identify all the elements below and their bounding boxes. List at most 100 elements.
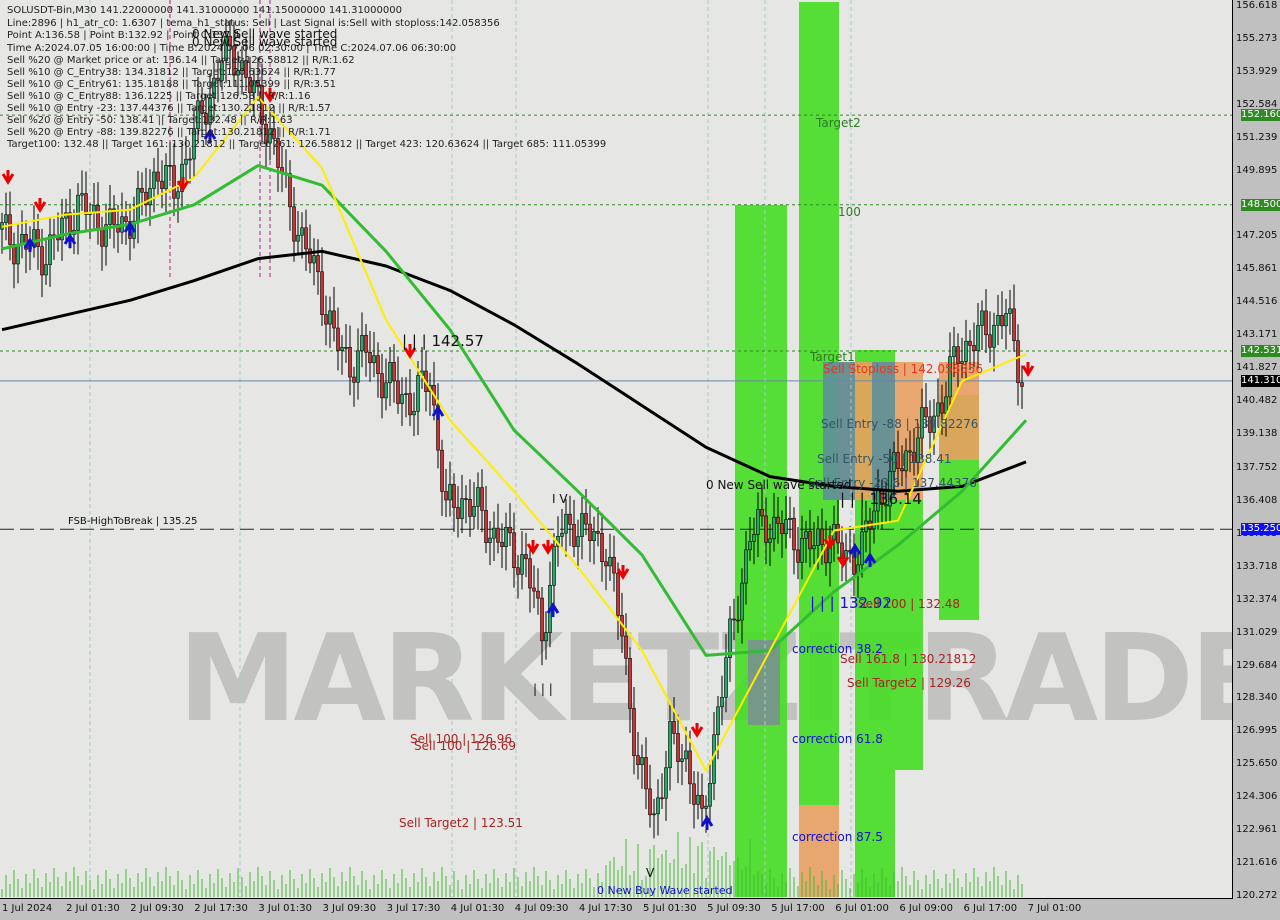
candle-body (676, 733, 680, 762)
candle-body (596, 531, 600, 534)
price-tick: 132.374 (1236, 593, 1278, 605)
candle (180, 141, 184, 210)
candle (608, 533, 612, 582)
candle-body (980, 310, 984, 326)
candle (96, 182, 100, 245)
candle-body (320, 271, 324, 315)
candle (332, 286, 336, 342)
candle (644, 737, 648, 810)
candle-body (368, 351, 372, 364)
candle (444, 468, 448, 518)
candle (588, 505, 592, 563)
candle (16, 223, 20, 284)
candle-body (1020, 382, 1024, 387)
candle-body (984, 310, 988, 336)
candle-body (720, 697, 724, 708)
price-tick: 145.861 (1236, 263, 1278, 275)
candle (564, 499, 568, 557)
candle (44, 240, 48, 285)
sell-161-label: Sell 161.8 | 130.21812 (840, 652, 977, 666)
candle-body (328, 310, 332, 325)
candle-body (100, 228, 104, 247)
sell-100-label: Sell 100 | 132.48 (858, 597, 961, 611)
candle-body (700, 794, 704, 809)
candle-body (752, 534, 756, 542)
candle (988, 311, 992, 363)
candle-body (572, 524, 576, 547)
price-tick: 149.895 (1236, 164, 1278, 176)
price-tick: 155.273 (1236, 32, 1278, 44)
candle-body (176, 191, 180, 199)
candle-body (1012, 308, 1016, 341)
candle-body (644, 757, 648, 790)
candle (312, 238, 316, 286)
candle (656, 779, 660, 836)
candle (292, 187, 296, 262)
candle-body (472, 506, 476, 517)
candle-body (160, 180, 164, 189)
candle (648, 764, 652, 828)
hundred-label: 100 (838, 205, 861, 219)
price-tick: 133.718 (1236, 560, 1278, 572)
candle-body (292, 206, 296, 242)
price-tick: 152.584 (1236, 98, 1278, 110)
candle (176, 181, 180, 223)
time-tick: 3 Jul 17:30 (386, 903, 441, 914)
time-tick: 2 Jul 17:30 (194, 903, 248, 914)
candle-body (308, 248, 312, 264)
candle-body (480, 487, 484, 511)
candle-body (344, 347, 348, 349)
candle (384, 358, 388, 411)
candle-body (188, 158, 192, 161)
candle (792, 507, 796, 575)
candle (992, 312, 996, 372)
candle (468, 479, 472, 537)
candle (976, 302, 980, 368)
point-a-label: | | | 142.57 (402, 332, 484, 350)
wave-iv-label: I V (552, 492, 568, 506)
candle-body (372, 355, 376, 364)
fsb-label: FSB-HighToBreak | 135.25 (68, 516, 198, 527)
candle-body (544, 632, 548, 642)
candle-body (516, 567, 520, 575)
candle-body (704, 805, 708, 809)
candle (720, 675, 724, 726)
sell-arrow-icon (690, 723, 704, 738)
candle-body (560, 532, 564, 537)
candle-body (496, 527, 500, 543)
candle (520, 531, 524, 590)
plot-area[interactable]: MARKETZITRADE SOLUSDT-Bin,M30 141.220000… (0, 0, 1233, 899)
candle (600, 513, 604, 582)
candle-body (332, 310, 336, 329)
candle (708, 760, 712, 824)
new-sell-wave-label: 0 New Sell wave started (706, 478, 852, 492)
candle (848, 525, 852, 563)
candle-body (68, 212, 72, 235)
candle (84, 171, 88, 233)
time-tick: 6 Jul 09:00 (899, 903, 953, 914)
candle-body (356, 350, 360, 383)
candle (580, 496, 584, 560)
candle (4, 192, 8, 241)
candle (536, 568, 540, 615)
candle-body (640, 757, 644, 765)
candle (728, 606, 732, 682)
time-tick: 3 Jul 01:30 (258, 903, 312, 914)
candle (980, 300, 984, 350)
candle (372, 331, 376, 378)
candle-body (584, 513, 588, 525)
candle-body (380, 373, 384, 399)
candle (1004, 298, 1008, 350)
candle (724, 634, 728, 713)
candle (984, 289, 988, 354)
candle-body (1008, 308, 1012, 314)
candle-body (740, 582, 744, 621)
price-tick: 143.171 (1236, 329, 1278, 341)
signal-zone (895, 500, 923, 770)
candle-body (296, 234, 300, 242)
candle-body (760, 509, 764, 517)
candle (532, 565, 536, 609)
time-tick: 5 Jul 01:30 (643, 903, 697, 914)
time-tick: 4 Jul 01:30 (450, 903, 505, 914)
candle (480, 469, 484, 533)
